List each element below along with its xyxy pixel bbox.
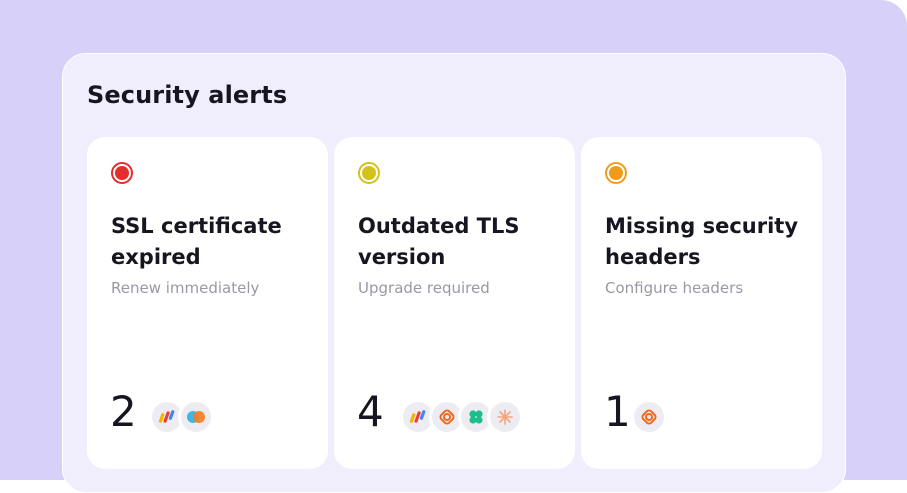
security-alerts-panel: Security alerts SSL certificate expired … [62, 53, 846, 493]
alert-card-tls[interactable]: Outdated TLS version Upgrade required 4 [334, 137, 575, 469]
alert-card-headers[interactable]: Missing security headers Configure heade… [581, 137, 822, 469]
caution-status-icon [605, 162, 627, 184]
overlap-circles-icon[interactable] [178, 399, 214, 435]
orange-sparkle-icon[interactable] [487, 399, 523, 435]
orange-lattice-icon[interactable] [631, 399, 667, 435]
alert-card-title: Missing security headers [605, 214, 799, 269]
affected-apps [149, 399, 214, 435]
alert-card-subtitle: Renew immediately [111, 279, 260, 297]
panel-title: Security alerts [87, 81, 288, 109]
warning-status-icon [358, 162, 380, 184]
alert-card-title: SSL certificate expired [111, 214, 282, 269]
alert-card-ssl[interactable]: SSL certificate expired Renew immediatel… [87, 137, 328, 469]
alert-card-title: Outdated TLS version [358, 214, 520, 269]
alert-card-subtitle: Upgrade required [358, 279, 490, 297]
affected-apps [400, 399, 523, 435]
alert-card-subtitle: Configure headers [605, 279, 744, 297]
critical-status-icon [111, 162, 133, 184]
alert-count: 2 [110, 387, 137, 436]
affected-apps [631, 399, 667, 435]
alert-count: 4 [357, 387, 384, 436]
alert-count: 1 [604, 387, 631, 436]
